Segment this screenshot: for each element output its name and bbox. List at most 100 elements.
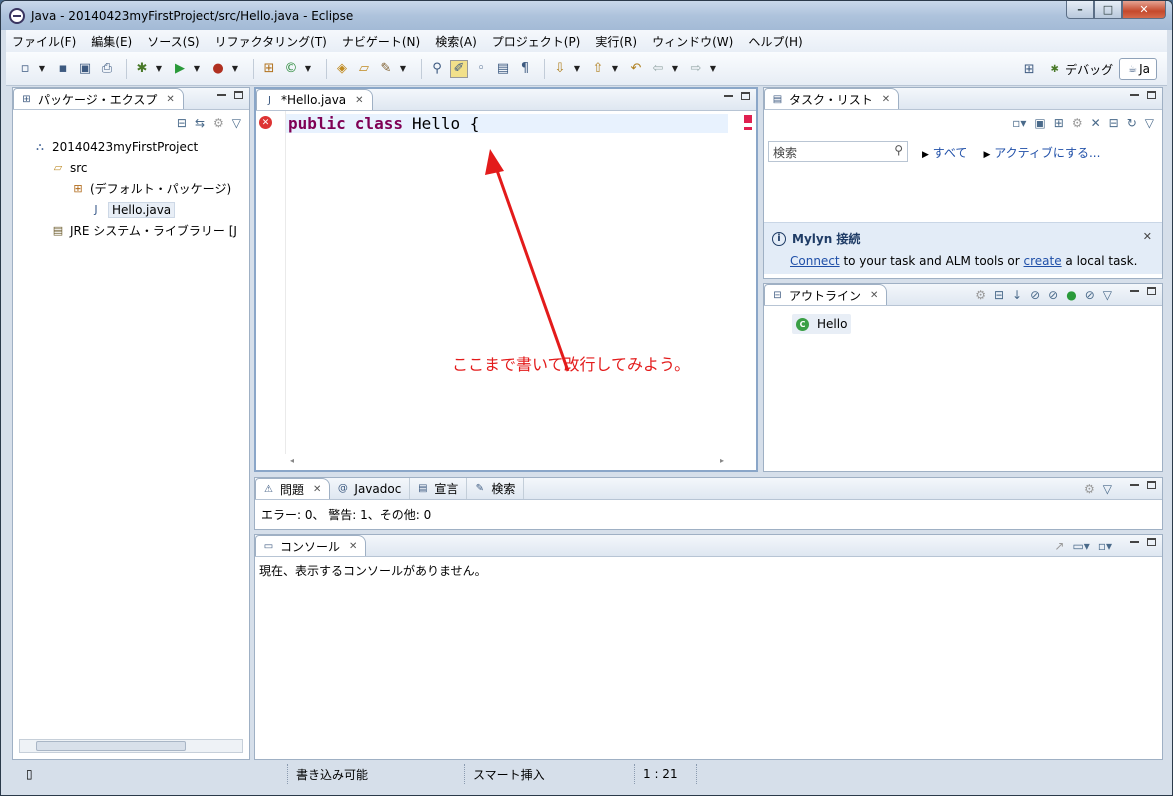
status-fastview[interactable]: ▯ bbox=[6, 764, 288, 784]
tab-task-list[interactable]: ▤ タスク・リスト ✕ bbox=[764, 88, 900, 109]
forward-dropdown-icon[interactable]: ▼ bbox=[709, 60, 717, 78]
perspective-debug[interactable]: ✱ デバッグ bbox=[1042, 58, 1119, 80]
sort-icon[interactable]: ↓ bbox=[1012, 288, 1022, 302]
new-dropdown-icon[interactable]: ▼ bbox=[38, 60, 46, 78]
annotation-icon[interactable]: ⚲ bbox=[428, 60, 446, 78]
run-dropdown-icon[interactable]: ▼ bbox=[193, 60, 201, 78]
open-type-icon[interactable]: ◈ bbox=[333, 60, 351, 78]
close-tab-icon[interactable]: ✕ bbox=[355, 95, 363, 106]
all-link[interactable]: ▶ すべて bbox=[922, 144, 967, 161]
view-menu-icon[interactable]: ▽ bbox=[232, 116, 241, 130]
tab-console[interactable]: ▭ コンソール ✕ bbox=[255, 535, 367, 556]
sync-icon[interactable]: ⚙ bbox=[975, 288, 986, 302]
tree-item-hello-java[interactable]: J Hello.java bbox=[33, 199, 237, 220]
close-icon[interactable]: ✕ bbox=[1143, 230, 1152, 243]
create-link[interactable]: create bbox=[1024, 254, 1062, 268]
tab-problems[interactable]: ⚠ 問題 ✕ bbox=[255, 478, 331, 499]
fast-view-icon[interactable]: ▯ bbox=[26, 767, 33, 781]
maximize-view-icon[interactable] bbox=[1147, 287, 1156, 295]
new-icon[interactable]: ▫ bbox=[16, 60, 34, 78]
next-annotation-dropdown-icon[interactable]: ▼ bbox=[573, 60, 581, 78]
pin-console-icon[interactable]: ↗ bbox=[1054, 539, 1064, 553]
error-marker-icon[interactable]: ✕ bbox=[259, 116, 272, 129]
overview-ruler-error-icon[interactable] bbox=[744, 115, 752, 123]
run-icon[interactable]: ▶ bbox=[171, 60, 189, 78]
maximize-view-icon[interactable] bbox=[1147, 91, 1156, 99]
save-icon[interactable]: ▪ bbox=[54, 60, 72, 78]
debug-dropdown-icon[interactable]: ▼ bbox=[155, 60, 163, 78]
overview-ruler-marker-icon[interactable] bbox=[744, 127, 752, 130]
hide-local-types-icon[interactable]: ⊘ bbox=[1085, 288, 1095, 302]
external-tools-icon[interactable]: ● bbox=[209, 60, 227, 78]
hide-fields-icon[interactable]: ⊘ bbox=[1030, 288, 1040, 302]
tree-item-src[interactable]: ▱ src bbox=[33, 157, 237, 178]
connect-link[interactable]: Connect bbox=[790, 254, 840, 268]
last-edit-icon[interactable]: ↶ bbox=[627, 60, 645, 78]
maximize-view-icon[interactable] bbox=[1147, 481, 1156, 489]
sync-icon[interactable]: ⚙ bbox=[1072, 116, 1083, 130]
forward-icon[interactable]: ⇨ bbox=[687, 60, 705, 78]
tab-package-explorer[interactable]: ⊞ パッケージ・エクスプ ✕ bbox=[13, 88, 184, 109]
tab-search[interactable]: ✎ 検索 bbox=[467, 478, 525, 499]
minimize-button[interactable]: – bbox=[1066, 1, 1094, 19]
mark-occurrences-icon[interactable]: ✐ bbox=[450, 59, 468, 78]
horizontal-scrollbar[interactable] bbox=[19, 739, 243, 753]
external-tools-dropdown-icon[interactable]: ▼ bbox=[231, 60, 239, 78]
hide-nonpublic-icon[interactable]: ● bbox=[1066, 288, 1076, 302]
prev-annotation-dropdown-icon[interactable]: ▼ bbox=[611, 60, 619, 78]
synchronize-icon[interactable]: ↻ bbox=[1127, 116, 1137, 130]
hide-static-icon[interactable]: ⊘ bbox=[1048, 288, 1058, 302]
view-menu-icon[interactable]: ▽ bbox=[1145, 116, 1154, 130]
new-package-icon[interactable]: ⊞ bbox=[260, 60, 278, 78]
back-icon[interactable]: ⇦ bbox=[649, 60, 667, 78]
minimize-view-icon[interactable] bbox=[1130, 481, 1139, 486]
tree-item-jre[interactable]: ▤ JRE システム・ライブラリー [J bbox=[33, 220, 237, 241]
close-button[interactable]: ✕ bbox=[1122, 1, 1166, 19]
scrollbar-thumb[interactable] bbox=[36, 741, 186, 751]
menu-run[interactable]: 実行(R) bbox=[595, 33, 637, 50]
activate-link[interactable]: ▶ アクティブにする... bbox=[983, 144, 1100, 161]
menu-refactor[interactable]: リファクタリング(T) bbox=[215, 33, 327, 50]
search-tool-icon[interactable]: ✎ bbox=[377, 60, 395, 78]
collapse-all-icon[interactable]: ⊟ bbox=[994, 288, 1004, 302]
open-console-icon[interactable]: ▫▾ bbox=[1098, 539, 1112, 553]
back-dropdown-icon[interactable]: ▼ bbox=[671, 60, 679, 78]
maximize-button[interactable]: □ bbox=[1094, 1, 1122, 19]
editor-body[interactable]: ✕ public class Hello { ここまで書いて改行してみよう。 ◂… bbox=[256, 111, 756, 470]
minimize-view-icon[interactable] bbox=[1130, 287, 1139, 292]
toggle-icon[interactable]: ◦ bbox=[472, 60, 490, 78]
tab-hello-java[interactable]: J *Hello.java ✕ bbox=[256, 89, 373, 110]
minimize-view-icon[interactable] bbox=[1130, 91, 1139, 96]
minimize-view-icon[interactable] bbox=[724, 92, 733, 97]
block-selection-icon[interactable]: ▤ bbox=[494, 60, 512, 78]
scheduled-icon[interactable]: ⊞ bbox=[1054, 116, 1064, 130]
editor-horizontal-scrollbar[interactable]: ◂ ▸ bbox=[286, 456, 728, 468]
view-menu-icon[interactable]: ▽ bbox=[1103, 288, 1112, 302]
tab-javadoc[interactable]: @ Javadoc bbox=[330, 478, 411, 499]
new-class-icon[interactable]: © bbox=[282, 60, 300, 78]
display-console-icon[interactable]: ▭▾ bbox=[1072, 539, 1089, 553]
perspective-java[interactable]: ☕ Ja bbox=[1119, 58, 1157, 80]
maximize-view-icon[interactable] bbox=[741, 92, 750, 100]
new-class-dropdown-icon[interactable]: ▼ bbox=[304, 60, 312, 78]
maximize-view-icon[interactable] bbox=[234, 91, 243, 99]
menu-edit[interactable]: 編集(E) bbox=[91, 33, 132, 50]
scroll-left-icon[interactable]: ◂ bbox=[290, 456, 294, 468]
filters-icon[interactable]: ⚙ bbox=[213, 116, 224, 130]
tab-outline[interactable]: ⊟ アウトライン ✕ bbox=[764, 284, 888, 305]
menu-source[interactable]: ソース(S) bbox=[147, 33, 199, 50]
menu-help[interactable]: ヘルプ(H) bbox=[748, 33, 802, 50]
search-tool-dropdown-icon[interactable]: ▼ bbox=[399, 60, 407, 78]
focus-icon[interactable]: ✕ bbox=[1091, 116, 1101, 130]
close-tab-icon[interactable]: ✕ bbox=[870, 290, 878, 301]
tab-declaration[interactable]: ▤ 宣言 bbox=[410, 478, 468, 499]
menu-project[interactable]: プロジェクト(P) bbox=[492, 33, 581, 50]
maximize-view-icon[interactable] bbox=[1147, 538, 1156, 546]
save-all-icon[interactable]: ▣ bbox=[76, 60, 94, 78]
link-with-editor-icon[interactable]: ⇆ bbox=[195, 116, 205, 130]
open-perspective-icon[interactable]: ⊞ bbox=[1020, 60, 1038, 78]
next-annotation-icon[interactable]: ⇩ bbox=[551, 60, 569, 78]
scroll-right-icon[interactable]: ▸ bbox=[720, 456, 724, 468]
categorized-icon[interactable]: ▣ bbox=[1034, 116, 1045, 130]
new-task-icon[interactable]: ▫▾ bbox=[1012, 116, 1026, 130]
